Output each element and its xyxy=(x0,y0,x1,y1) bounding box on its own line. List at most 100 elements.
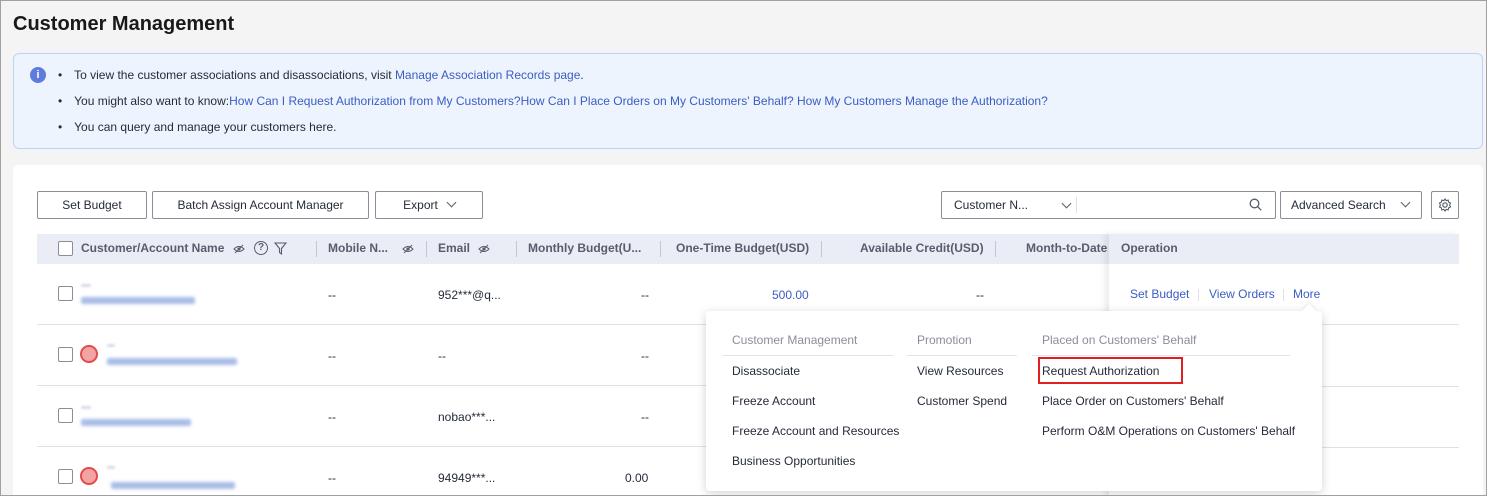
window-frame: Customer Management i • To view the cust… xyxy=(0,0,1487,496)
one-time-budget-cell[interactable]: 500.00 xyxy=(772,288,809,302)
mobile-cell: -- xyxy=(328,471,336,485)
eye-off-icon[interactable] xyxy=(402,244,414,254)
notice-text: You can query and manage your customers … xyxy=(74,120,337,134)
set-budget-button[interactable]: Set Budget xyxy=(37,191,147,219)
menu-item-perform-om-operations[interactable]: Perform O&M Operations on Customers' Beh… xyxy=(1042,424,1295,438)
notice-text-end: . xyxy=(580,68,584,82)
notice-text: To view the customer associations and di… xyxy=(74,68,395,82)
row-checkbox[interactable] xyxy=(58,286,73,301)
mobile-cell: -- xyxy=(328,410,336,424)
request-authorization-help-link[interactable]: How Can I Request Authorization from My … xyxy=(229,94,520,108)
place-orders-help-link[interactable]: How Can I Place Orders on My Customers' … xyxy=(521,94,794,108)
notice-line-2: • You might also want to know:How Can I … xyxy=(58,94,1048,108)
chevron-down-icon xyxy=(446,197,457,208)
gear-icon xyxy=(1438,198,1452,212)
menu-item-business-opportunities[interactable]: Business Opportunities xyxy=(732,454,855,468)
notice-text: You might also want to know: xyxy=(74,94,230,108)
account-name-redacted[interactable] xyxy=(107,358,237,365)
group-divider xyxy=(1032,355,1290,356)
menu-item-freeze-account[interactable]: Freeze Account xyxy=(732,394,815,408)
bullet: • xyxy=(58,68,63,82)
avatar-icon xyxy=(80,467,98,485)
email-cell: 94949***... xyxy=(438,471,496,485)
col-mobile[interactable]: Mobile N... xyxy=(328,241,388,255)
batch-assign-account-manager-button[interactable]: Batch Assign Account Manager xyxy=(152,191,369,219)
group-header-promotion: Promotion xyxy=(917,333,972,347)
group-header-placed-on-behalf: Placed on Customers' Behalf xyxy=(1042,333,1197,347)
customer-name-redacted xyxy=(107,466,115,469)
help-icon[interactable]: ? xyxy=(254,241,268,255)
group-divider xyxy=(722,355,894,356)
available-credit-cell: -- xyxy=(976,288,984,302)
eye-off-icon[interactable] xyxy=(478,244,490,254)
search-icon[interactable] xyxy=(1249,198,1262,211)
bullet: • xyxy=(58,120,63,134)
action-separator xyxy=(1198,289,1199,301)
search-input[interactable] xyxy=(1084,198,1234,212)
email-cell: 952***@q... xyxy=(438,288,501,302)
eye-off-icon[interactable] xyxy=(233,244,245,254)
select-all-checkbox[interactable] xyxy=(58,241,73,256)
col-email[interactable]: Email xyxy=(438,241,470,255)
col-one-time-budget[interactable]: One-Time Budget(USD) xyxy=(676,241,809,255)
avatar-icon xyxy=(80,345,98,363)
highlight-box xyxy=(1038,357,1183,384)
menu-item-freeze-account-resources[interactable]: Freeze Account and Resources xyxy=(732,424,899,438)
group-header-customer-management: Customer Management xyxy=(732,333,858,347)
chevron-down-icon xyxy=(1400,197,1411,208)
monthly-budget-cell: -- xyxy=(641,410,649,424)
row-set-budget-link[interactable]: Set Budget xyxy=(1130,287,1189,301)
email-cell: -- xyxy=(438,349,446,363)
column-divider xyxy=(821,241,822,257)
manage-authorization-help-link[interactable]: How My Customers Manage the Authorizatio… xyxy=(797,94,1048,108)
col-available-credit[interactable]: Available Credit(USD) xyxy=(860,241,984,255)
row-more-link[interactable]: More xyxy=(1293,287,1320,301)
column-divider xyxy=(426,241,427,257)
col-customer-name[interactable]: Customer/Account Name xyxy=(81,241,224,255)
menu-item-view-resources[interactable]: View Resources xyxy=(917,364,1003,378)
group-divider xyxy=(907,355,1017,356)
manage-association-records-link[interactable]: Manage Association Records page xyxy=(395,68,580,82)
page-title: Customer Management xyxy=(13,13,235,35)
operation-header: Operation xyxy=(1109,234,1459,264)
column-divider xyxy=(995,241,996,257)
row-checkbox[interactable] xyxy=(58,408,73,423)
monthly-budget-cell: 0.00 xyxy=(625,471,649,485)
customer-name-redacted xyxy=(81,406,91,409)
info-icon: i xyxy=(30,67,46,83)
chevron-down-icon[interactable] xyxy=(1061,198,1072,209)
col-monthly-budget[interactable]: Monthly Budget(U... xyxy=(528,241,641,255)
notice-line-1: • To view the customer associations and … xyxy=(58,68,584,82)
filter-icon[interactable] xyxy=(274,242,287,255)
row-view-orders-link[interactable]: View Orders xyxy=(1209,287,1275,301)
column-divider xyxy=(660,241,661,257)
menu-item-place-order-on-behalf[interactable]: Place Order on Customers' Behalf xyxy=(1042,394,1224,408)
column-divider xyxy=(316,241,317,257)
export-button[interactable]: Export xyxy=(375,191,483,219)
row-checkbox[interactable] xyxy=(58,347,73,362)
customer-name-redacted xyxy=(107,344,115,347)
action-separator xyxy=(1283,289,1284,301)
search-field-select[interactable]: Customer N... xyxy=(954,198,1028,212)
account-name-redacted[interactable] xyxy=(81,297,195,304)
col-month-to-date[interactable]: Month-to-Date xyxy=(1026,241,1107,255)
column-divider xyxy=(516,241,517,257)
search-divider xyxy=(1076,197,1077,213)
col-operation: Operation xyxy=(1121,241,1178,255)
account-name-redacted[interactable] xyxy=(81,419,191,426)
email-cell: nobao***... xyxy=(438,410,496,424)
advanced-search-button[interactable]: Advanced Search xyxy=(1280,191,1422,219)
row-checkbox[interactable] xyxy=(58,469,73,484)
bullet: • xyxy=(58,94,63,108)
export-label: Export xyxy=(403,198,438,212)
monthly-budget-cell: -- xyxy=(641,288,649,302)
monthly-budget-cell: -- xyxy=(641,349,649,363)
settings-button[interactable] xyxy=(1431,191,1459,219)
info-notice: i • To view the customer associations an… xyxy=(13,53,1483,149)
account-name-redacted[interactable] xyxy=(111,482,235,489)
search-box: Customer N... xyxy=(941,191,1276,219)
menu-item-customer-spend[interactable]: Customer Spend xyxy=(917,394,1007,408)
menu-item-disassociate[interactable]: Disassociate xyxy=(732,364,800,378)
mobile-cell: -- xyxy=(328,349,336,363)
mobile-cell: -- xyxy=(328,288,336,302)
